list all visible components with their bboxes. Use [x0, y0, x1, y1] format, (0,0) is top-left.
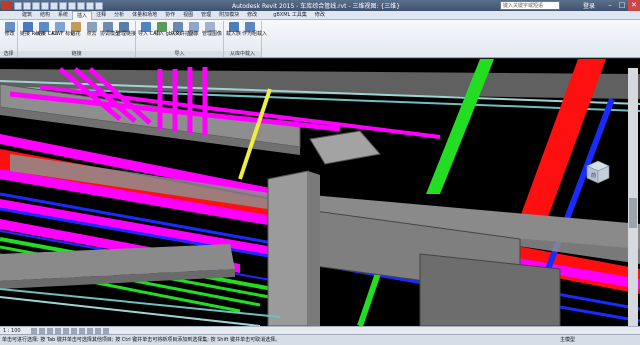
- ribbon-tool-label: 管理链接: [116, 31, 137, 37]
- ribbon-tool-2-2[interactable]: 从文件插入: [170, 22, 196, 37]
- tag-icon[interactable]: [77, 1, 85, 10]
- ribbon-tool-label: 从文件插入: [170, 31, 196, 37]
- measure-icon[interactable]: [59, 1, 67, 10]
- ribbon-tool-1-0[interactable]: 链接 Revit: [20, 22, 45, 37]
- tab-8[interactable]: 视图: [179, 11, 197, 20]
- ribbon-group-label: 选择: [0, 51, 17, 57]
- dimension-icon[interactable]: [68, 1, 76, 10]
- tab-14[interactable]: 修改: [311, 11, 329, 20]
- ribbon-tab-bar: 建筑 结构 系统 插入 注释 分析 体量和场地 协作 视图 管理 附加模块 修改 gBXML 工具集 修改: [0, 10, 640, 20]
- open-icon[interactable]: [14, 1, 22, 10]
- ribbon-group-3: 载入族 作为组载入从库中载入: [224, 21, 268, 57]
- window-title: Autodesk Revit 2015 - 车库综合管线.rvt - 三维视图:…: [232, 3, 401, 10]
- minimize-button[interactable]: –: [604, 0, 616, 11]
- ribbon-tool-label: 载入族: [226, 31, 242, 37]
- tab-12[interactable]: [261, 11, 269, 20]
- active-workset[interactable]: 主模型: [560, 335, 575, 345]
- ribbon-tool-label: 链接 CAD: [36, 31, 59, 37]
- login-link[interactable]: 登录: [583, 1, 595, 10]
- text-icon[interactable]: [86, 1, 94, 10]
- ribbon-tool-1-2[interactable]: DWF 标记: [52, 22, 76, 37]
- 3d-view-icon[interactable]: [95, 1, 103, 10]
- view-cube[interactable]: 前: [585, 159, 611, 185]
- scrollbar-thumb[interactable]: [629, 198, 637, 228]
- ribbon-group-2: 导入 CAD 导入 gbXML 从文件插入 图像 管理图像导入: [136, 21, 224, 57]
- tab-10[interactable]: 附加模块: [215, 11, 243, 20]
- 3d-viewport[interactable]: 前: [0, 59, 640, 326]
- tab-9[interactable]: 管理: [197, 11, 215, 20]
- save-icon[interactable]: [23, 1, 31, 10]
- vertical-scrollbar[interactable]: [628, 68, 638, 326]
- ribbon-tool-label: 链接 Revit: [20, 31, 45, 37]
- temporary-hide-icon[interactable]: [94, 327, 101, 334]
- visual-style-icon[interactable]: [38, 327, 45, 334]
- ribbon-tool-2-1[interactable]: 导入 gbXML: [154, 22, 183, 37]
- ribbon-tool-label: 导入 gbXML: [154, 31, 183, 37]
- ribbon-tool-1-1[interactable]: 链接 CAD: [36, 22, 59, 37]
- tab-7[interactable]: 协作: [161, 11, 179, 20]
- tab-1[interactable]: 结构: [36, 11, 54, 20]
- status-hint: 单击可进行选择; 按 Tab 键并单击可选择其他项目; 按 Ctrl 键并单击可…: [2, 337, 281, 343]
- ribbon-group-label: 从库中载入: [224, 51, 261, 57]
- sun-path-icon[interactable]: [46, 327, 53, 334]
- ribbon-tool-label: 图像: [188, 31, 199, 37]
- tab-4[interactable]: 注释: [92, 11, 110, 20]
- ribbon-tool-3-0[interactable]: 载入族: [226, 22, 241, 37]
- ribbon-panel: 修改 选择 链接 Revit 链接 CAD DWF 标记 贴花 点云 协调模型 管理链接 链接 导入…: [0, 20, 640, 58]
- tab-13[interactable]: gBXML 工具集: [269, 11, 311, 20]
- shadows-icon[interactable]: [54, 327, 61, 334]
- ribbon-tool-label: 修改: [4, 31, 15, 37]
- show-crop-icon[interactable]: [78, 327, 85, 334]
- ribbon-tool-label: 贴花: [70, 31, 81, 37]
- undo-icon[interactable]: [32, 1, 40, 10]
- ribbon-group-label: 链接: [18, 51, 135, 57]
- ribbon-tool-2-4[interactable]: 管理图像: [202, 22, 223, 37]
- ribbon-tool-2-0[interactable]: 导入 CAD: [138, 22, 161, 37]
- tab-6[interactable]: 体量和场地: [128, 11, 161, 20]
- tab-0[interactable]: 建筑: [18, 11, 36, 20]
- ribbon-tool-label: 导入 CAD: [138, 31, 161, 37]
- ribbon-tool-label: 协调模型: [100, 31, 121, 37]
- ribbon-tool-label: DWF 标记: [52, 31, 76, 37]
- ribbon-tool-1-5[interactable]: 协调模型: [100, 22, 121, 37]
- tab-3[interactable]: 插入: [72, 10, 93, 20]
- ribbon-tool-1-3[interactable]: 贴花: [68, 22, 83, 37]
- close-button[interactable]: ✕: [628, 0, 640, 11]
- ribbon-tool-1-4[interactable]: 点云: [84, 22, 99, 37]
- view-scale[interactable]: 1 : 100: [3, 328, 21, 334]
- tab-5[interactable]: 分析: [110, 11, 128, 20]
- crop-view-icon[interactable]: [70, 327, 77, 334]
- ribbon-group-1: 链接 Revit 链接 CAD DWF 标记 贴花 点云 协调模型 管理链接链接: [18, 21, 136, 57]
- quick-access-toolbar: [14, 1, 103, 10]
- ribbon-group-label: 导入: [136, 51, 223, 57]
- maximize-button[interactable]: □: [616, 0, 628, 11]
- title-bar: Autodesk Revit 2015 - 车库综合管线.rvt - 三维视图:…: [0, 0, 640, 11]
- lock-3d-icon[interactable]: [86, 327, 93, 334]
- print-icon[interactable]: [50, 1, 58, 10]
- application-menu-button[interactable]: [1, 1, 12, 10]
- reveal-hidden-icon[interactable]: [102, 327, 109, 334]
- search-input[interactable]: 键入关键字或短语: [500, 1, 560, 10]
- ribbon-tool-label: 点云: [86, 31, 97, 37]
- ribbon-tool-1-6[interactable]: 管理链接: [116, 22, 137, 37]
- ribbon-tool-label: 作为组载入: [242, 31, 268, 37]
- model-canvas: [0, 59, 640, 326]
- tab-2[interactable]: 系统: [54, 11, 72, 20]
- ribbon-group-0: 修改 选择: [0, 21, 18, 57]
- detail-level-icon[interactable]: [30, 327, 37, 334]
- status-bar: 单击可进行选择; 按 Tab 键并单击可选择其他项目; 按 Ctrl 键并单击可…: [0, 334, 640, 345]
- ribbon-tool-label: 管理图像: [202, 31, 223, 37]
- redo-icon[interactable]: [41, 1, 49, 10]
- ribbon-tool-3-1[interactable]: 作为组载入: [242, 22, 268, 37]
- ribbon-tool-2-3[interactable]: 图像: [186, 22, 201, 37]
- tab-11[interactable]: 修改: [243, 11, 261, 20]
- view-control-bar: 1 : 100: [0, 326, 640, 334]
- viewcube-face-label: 前: [591, 172, 596, 179]
- render-icon[interactable]: [62, 327, 69, 334]
- ribbon-tool-0-0[interactable]: 修改: [2, 22, 17, 37]
